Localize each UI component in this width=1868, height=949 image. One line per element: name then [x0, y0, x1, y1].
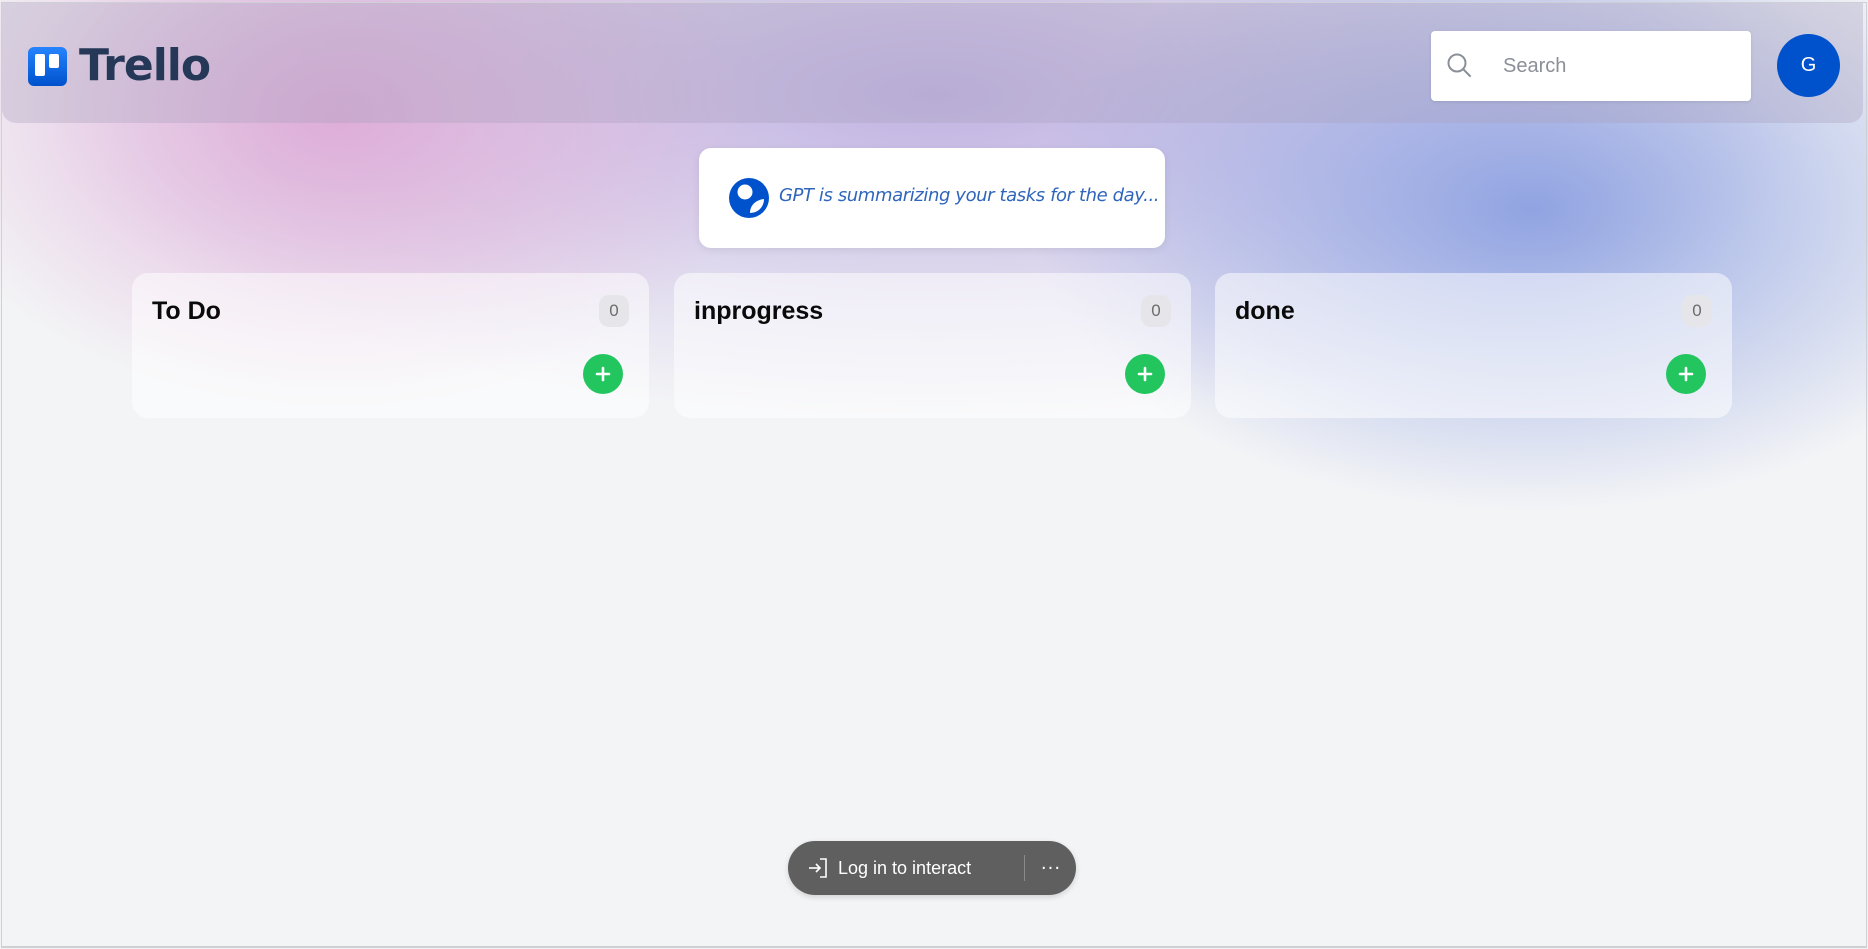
login-pill: Log in to interact ··· — [788, 841, 1076, 895]
column-to-do: To Do 0 — [132, 273, 649, 418]
column-count-badge: 0 — [1682, 295, 1712, 327]
user-circle-icon — [729, 178, 769, 218]
more-options-button[interactable]: ··· — [1036, 853, 1066, 883]
sign-in-icon — [809, 858, 827, 878]
search-input[interactable] — [1503, 31, 1733, 101]
plus-icon — [595, 366, 611, 382]
background-gradient — [0, 0, 1868, 949]
user-avatar[interactable]: G — [1777, 34, 1840, 97]
column-count-badge: 0 — [599, 295, 629, 327]
column-count-badge: 0 — [1141, 295, 1171, 327]
column-title: done — [1235, 297, 1295, 325]
trello-logo-icon — [28, 46, 67, 86]
gpt-summary-text: GPT is summarizing your tasks for the da… — [779, 185, 1160, 206]
add-card-button[interactable] — [1666, 354, 1706, 394]
gpt-summary-banner: GPT is summarizing your tasks for the da… — [699, 148, 1165, 248]
search-icon — [1447, 53, 1471, 77]
login-button[interactable]: Log in to interact — [806, 841, 1006, 895]
add-card-button[interactable] — [1125, 354, 1165, 394]
add-card-button[interactable] — [583, 354, 623, 394]
pill-divider — [1024, 855, 1025, 881]
top-header: Trello G — [2, 3, 1863, 123]
column-title: inprogress — [694, 297, 824, 325]
column-inprogress: inprogress 0 — [674, 273, 1191, 418]
login-label: Log in to interact — [838, 857, 972, 878]
trello-logo[interactable]: Trello — [28, 40, 211, 91]
search-box[interactable] — [1431, 31, 1751, 101]
plus-icon — [1678, 366, 1694, 382]
column-done: done 0 — [1215, 273, 1732, 418]
column-title: To Do — [152, 297, 221, 325]
plus-icon — [1137, 366, 1153, 382]
app-name: Trello — [79, 40, 211, 91]
